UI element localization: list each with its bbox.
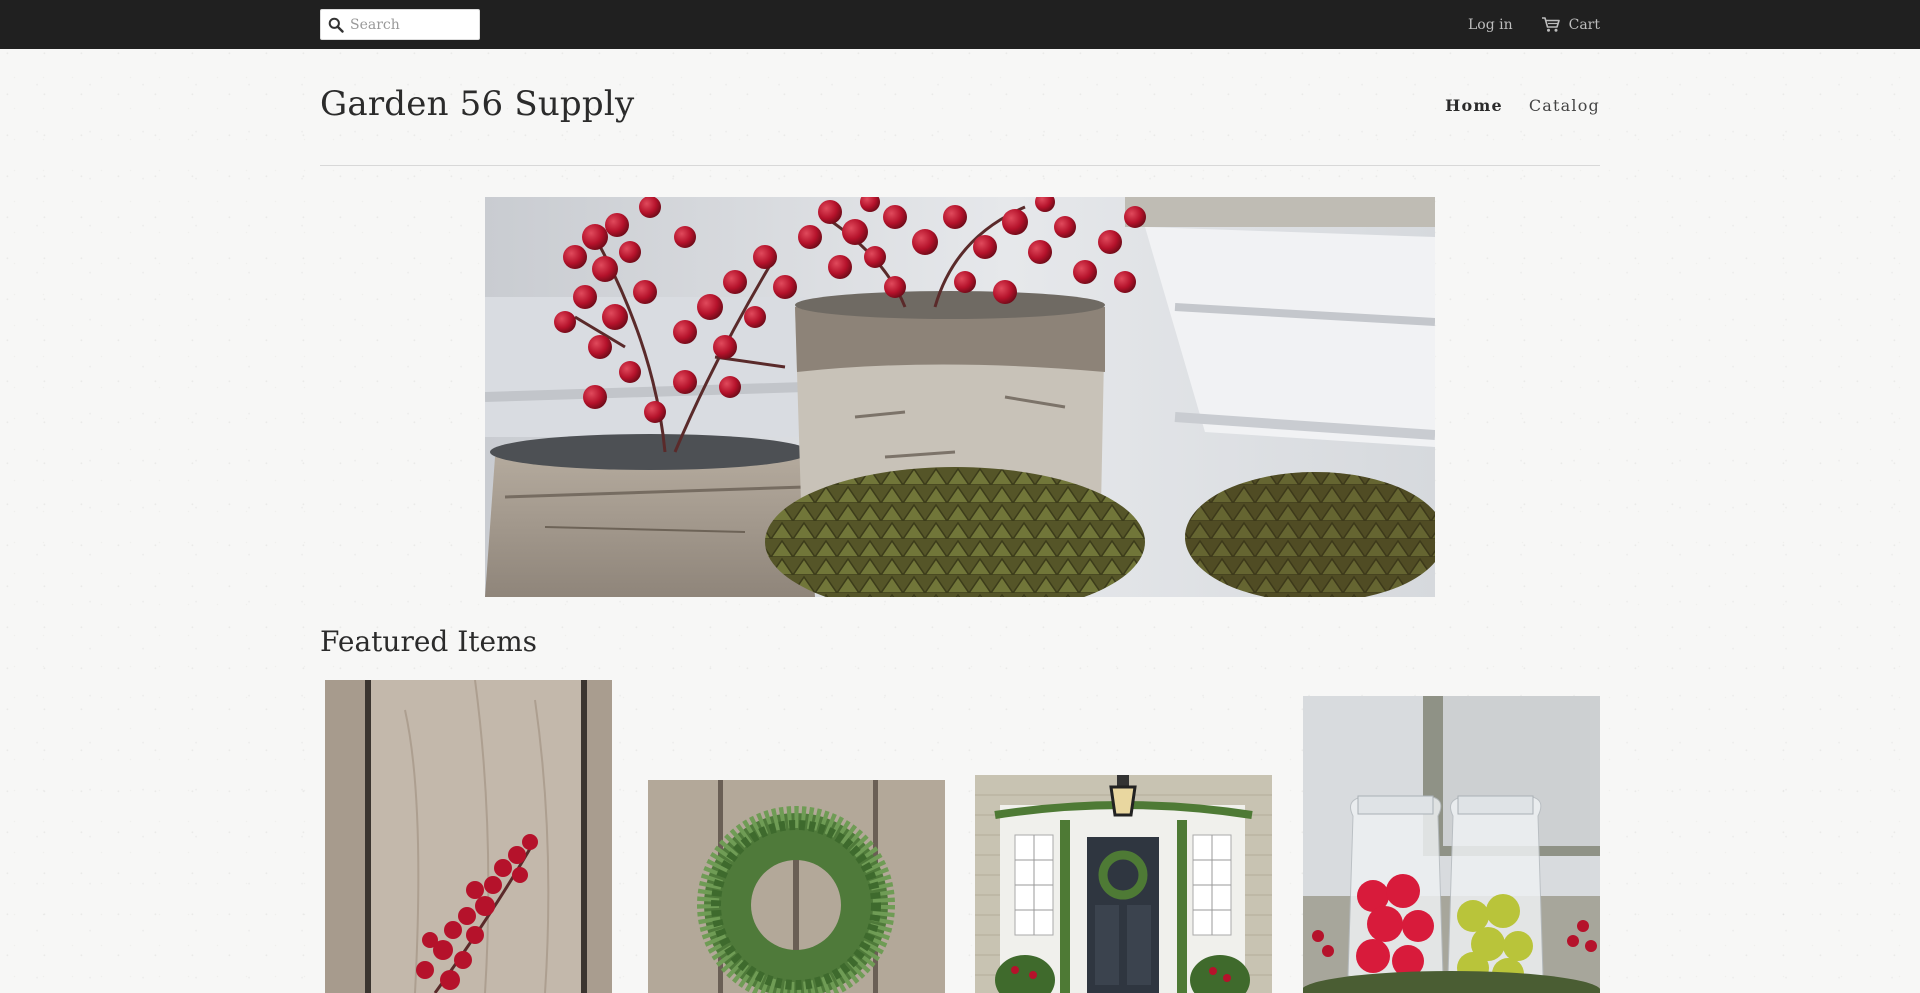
site-title[interactable]: Garden 56 Supply xyxy=(320,84,634,124)
featured-heading: Featured Items xyxy=(320,625,538,658)
header-divider xyxy=(320,165,1600,166)
product-card[interactable] xyxy=(975,775,1272,993)
main-nav: Home Catalog xyxy=(1445,96,1600,115)
product-card[interactable] xyxy=(648,780,945,993)
login-label: Log in xyxy=(1467,16,1513,33)
search-input[interactable] xyxy=(348,10,476,39)
product-image xyxy=(325,680,612,993)
search-icon[interactable] xyxy=(324,10,348,39)
top-bar: Log in Cart xyxy=(0,0,1920,49)
product-card[interactable] xyxy=(1303,696,1600,993)
product-image xyxy=(1303,696,1600,993)
login-link[interactable]: Log in xyxy=(1468,17,1513,33)
product-image xyxy=(975,775,1272,993)
cart-label: Cart xyxy=(1568,16,1600,33)
hero-banner[interactable] xyxy=(485,197,1435,597)
nav-catalog[interactable]: Catalog xyxy=(1529,96,1600,115)
product-card[interactable] xyxy=(325,680,612,993)
nav-home[interactable]: Home xyxy=(1445,96,1503,115)
search-box[interactable] xyxy=(320,9,480,40)
account-links: Log in Cart xyxy=(1468,0,1600,49)
product-image xyxy=(648,780,945,993)
cart-link[interactable]: Cart xyxy=(1541,16,1600,33)
cart-icon xyxy=(1541,16,1561,33)
